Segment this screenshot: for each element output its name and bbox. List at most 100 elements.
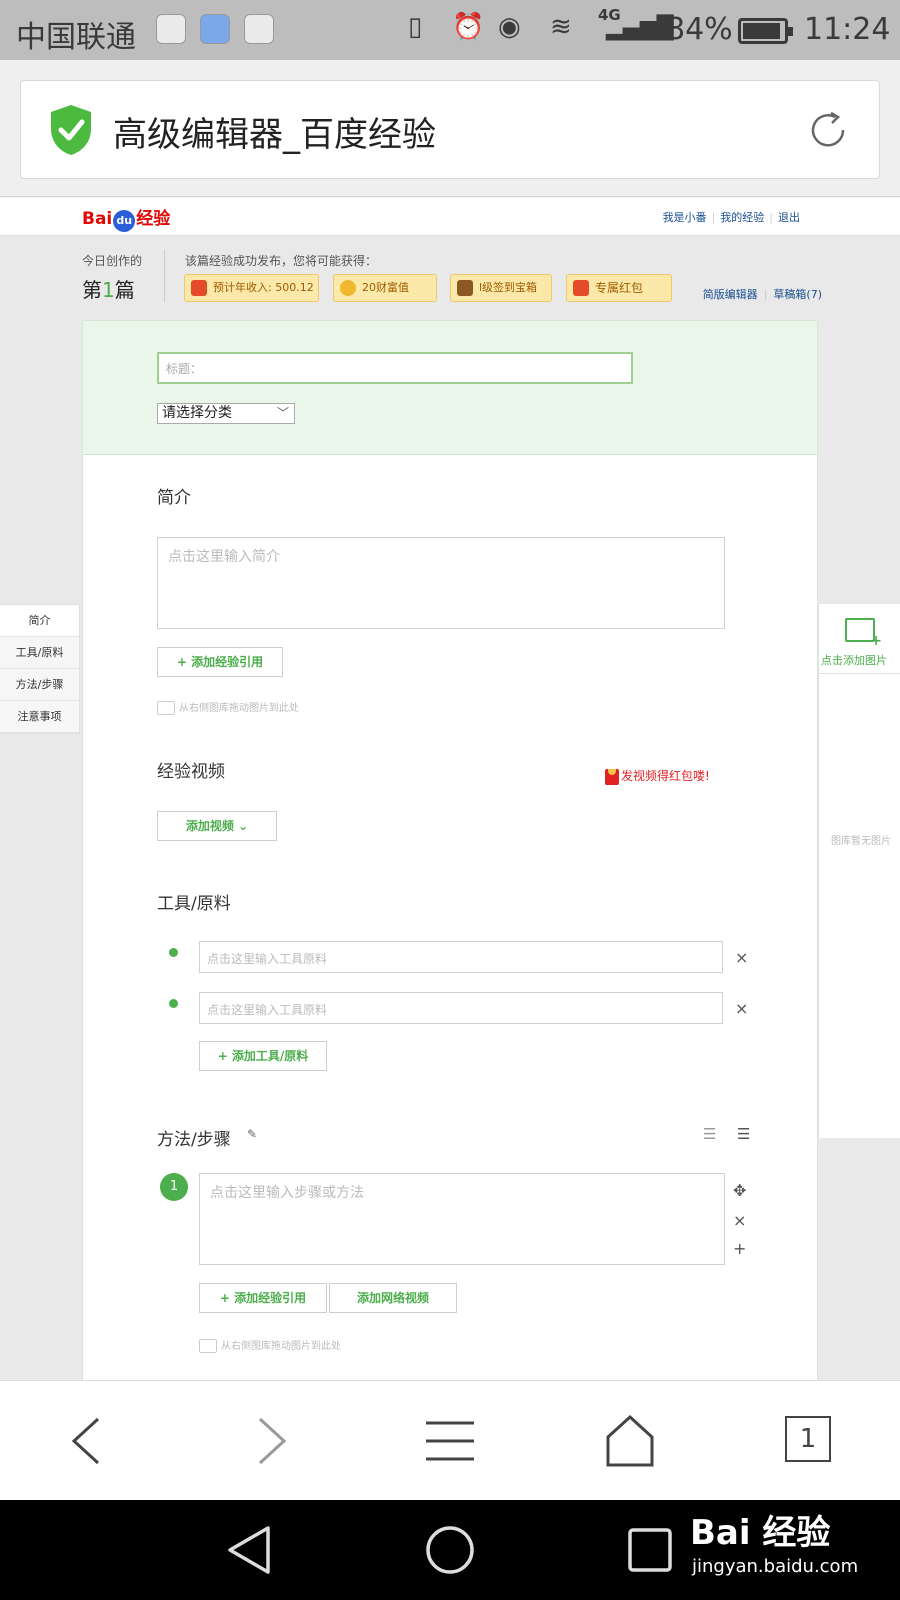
system-recents-icon[interactable] <box>624 1524 676 1576</box>
today-count: 第1篇 <box>82 274 135 303</box>
today-label: 今日创作的 <box>82 254 143 268</box>
video-promo[interactable]: 发视频得红包喽! <box>605 767 710 785</box>
side-nav-steps[interactable]: 方法/步骤 <box>0 669 79 701</box>
add-web-video-button[interactable]: 添加网络视频 <box>329 1283 457 1313</box>
user-link-my-experience[interactable]: 我的经验 <box>720 211 764 224</box>
eye-icon: ◉ <box>498 12 521 42</box>
steps-drag-tip-text: 从右侧图库拖动图片到此处 <box>221 1341 341 1352</box>
reward-income-label: 预计年收入: 500.12 <box>213 281 314 294</box>
intro-heading: 简介 <box>157 488 191 508</box>
section-side-nav: 简介 工具/原料 方法/步骤 注意事项 <box>0 604 80 734</box>
intro-drag-tip-text: 从右侧图库拖动图片到此处 <box>179 703 299 714</box>
ordered-list-icon[interactable]: ☰ <box>703 1125 716 1143</box>
user-nav: 我是小番 | 我的经验 | 退出 <box>662 211 800 224</box>
intro-drag-tip: 从右侧图库拖动图片到此处 <box>157 699 299 715</box>
tool-input-1[interactable]: 点击这里输入工具原料 <box>199 941 723 973</box>
tool-delete-button-2[interactable]: × <box>735 999 748 1018</box>
signal-icon: ▂▄▆█ <box>606 16 674 41</box>
gallery-app-icon <box>244 14 274 44</box>
video-heading: 经验视频 <box>157 762 225 782</box>
status-bar: 中国联通 ▯ ⏰ ◉ ≋ 4G ▂▄▆█ 84% 11:24 <box>0 0 900 60</box>
battery-icon <box>738 18 793 44</box>
wifi-icon: ≋ <box>550 12 572 42</box>
battery-percent: 84% <box>666 12 733 47</box>
tool-input-2[interactable]: 点击这里输入工具原料 <box>199 992 723 1024</box>
today-suffix: 篇 <box>114 278 135 302</box>
drafts-link[interactable]: 草稿箱(7) <box>773 288 822 301</box>
image-library-empty-text: 图库暂无图片 <box>831 836 891 847</box>
reward-wealth-label: 20财富值 <box>362 281 409 294</box>
add-tool-button[interactable]: + 添加工具/原料 <box>199 1041 327 1071</box>
menu-icon[interactable] <box>420 1411 480 1471</box>
logo-bai: Bai <box>82 209 113 229</box>
intro-textarea[interactable]: 点击这里输入简介 <box>157 537 725 629</box>
clock-time: 11:24 <box>804 12 891 47</box>
system-home-icon[interactable] <box>422 1522 478 1578</box>
editor-links: 简版编辑器 | 草稿箱(7) <box>702 288 822 301</box>
publish-reward-label: 该篇经验成功发布，您将可能获得： <box>185 254 378 268</box>
simple-editor-link[interactable]: 简版编辑器 <box>703 288 758 301</box>
today-prefix: 第 <box>82 278 102 302</box>
side-nav-intro[interactable]: 简介 <box>0 605 79 637</box>
image-icon <box>199 1339 217 1353</box>
step-delete-icon[interactable]: × <box>733 1211 746 1230</box>
add-video-label: 添加视频 <box>185 819 234 833</box>
image-icon <box>157 701 175 715</box>
site-header: Bai du 经验 我是小番 | 我的经验 | 退出 <box>0 198 900 236</box>
forward-icon[interactable] <box>240 1411 300 1471</box>
health-app-icon <box>200 14 230 44</box>
title-input[interactable]: 标题： <box>157 352 633 384</box>
tools-heading: 工具/原料 <box>157 894 231 914</box>
today-number: 1 <box>102 278 115 302</box>
logo-du-paw: du <box>113 210 136 232</box>
side-nav-tools[interactable]: 工具/原料 <box>0 637 79 669</box>
alarm-icon: ⏰ <box>452 12 485 42</box>
reward-redpacket-label: 专属红包 <box>595 281 644 295</box>
coin-icon <box>340 280 356 296</box>
chevron-down-icon: ⌄ <box>238 819 249 833</box>
step-textarea[interactable]: 点击这里输入步骤或方法 <box>199 1173 725 1265</box>
reload-icon[interactable] <box>805 107 851 153</box>
system-back-icon[interactable] <box>222 1522 278 1578</box>
category-select[interactable]: 请选择分类 ﹀ <box>157 403 295 424</box>
pencil-icon[interactable]: ✎ <box>247 1127 257 1141</box>
page-title: 高级编辑器_百度经验 <box>113 115 436 155</box>
reward-chest-label: l级签到宝箱 <box>479 281 538 294</box>
bullet-list-icon[interactable]: ☰ <box>737 1125 750 1143</box>
browser-address-area: 高级编辑器_百度经验 <box>0 60 900 197</box>
creation-info-bar: 今日创作的 第1篇 该篇经验成功发布，您将可能获得： 预计年收入: 500.12… <box>82 246 822 316</box>
divider <box>164 250 165 302</box>
back-icon[interactable] <box>58 1411 118 1471</box>
add-image-label: 点击添加图片 <box>821 654 887 667</box>
intro-add-reference-button[interactable]: + 添加经验引用 <box>157 647 283 677</box>
add-image-icon <box>845 618 882 649</box>
chevron-down-icon: ﹀ <box>276 406 289 420</box>
step-add-icon[interactable]: + <box>733 1239 746 1258</box>
logo-jingyan: 经验 <box>136 209 171 229</box>
browser-toolbar <box>0 1380 900 1500</box>
watermark-url: jingyan.baidu.com <box>692 1556 859 1577</box>
tool-delete-button-1[interactable]: × <box>735 948 748 967</box>
steps-drag-tip: 从右侧图库拖动图片到此处 <box>199 1337 341 1353</box>
red-envelope-icon <box>191 280 207 296</box>
home-icon[interactable] <box>600 1411 660 1471</box>
carrier-name: 中国联通 <box>16 20 136 55</box>
treasure-chest-icon <box>457 280 473 296</box>
user-link-name[interactable]: 我是小番 <box>663 211 707 224</box>
baidu-jingyan-watermark: Bai 经验 <box>690 1513 831 1553</box>
move-icon[interactable]: ✥ <box>733 1181 746 1200</box>
red-envelope-icon <box>573 280 589 296</box>
side-nav-notes[interactable]: 注意事项 <box>0 701 79 733</box>
add-image-button[interactable]: 点击添加图片 <box>819 604 900 674</box>
image-library-panel: 点击添加图片 图库暂无图片 <box>818 604 900 1138</box>
user-link-logout[interactable]: 退出 <box>778 211 800 224</box>
baidu-jingyan-logo[interactable]: Bai du 经验 <box>82 204 170 232</box>
address-bar[interactable]: 高级编辑器_百度经验 <box>20 80 880 179</box>
step-add-reference-button[interactable]: + 添加经验引用 <box>199 1283 327 1313</box>
editor-main: 标题： 请选择分类 ﹀ 简介 点击这里输入简介 + 添加经验引用 从右侧图库拖动… <box>82 320 818 1380</box>
video-promo-text: 发视频得红包喽! <box>621 769 710 783</box>
browser-app-icon <box>156 14 186 44</box>
tab-count-button[interactable]: 1 <box>785 1416 831 1462</box>
category-selected-value: 请选择分类 <box>162 405 232 421</box>
add-video-button[interactable]: 添加视频 ⌄ <box>157 811 277 841</box>
